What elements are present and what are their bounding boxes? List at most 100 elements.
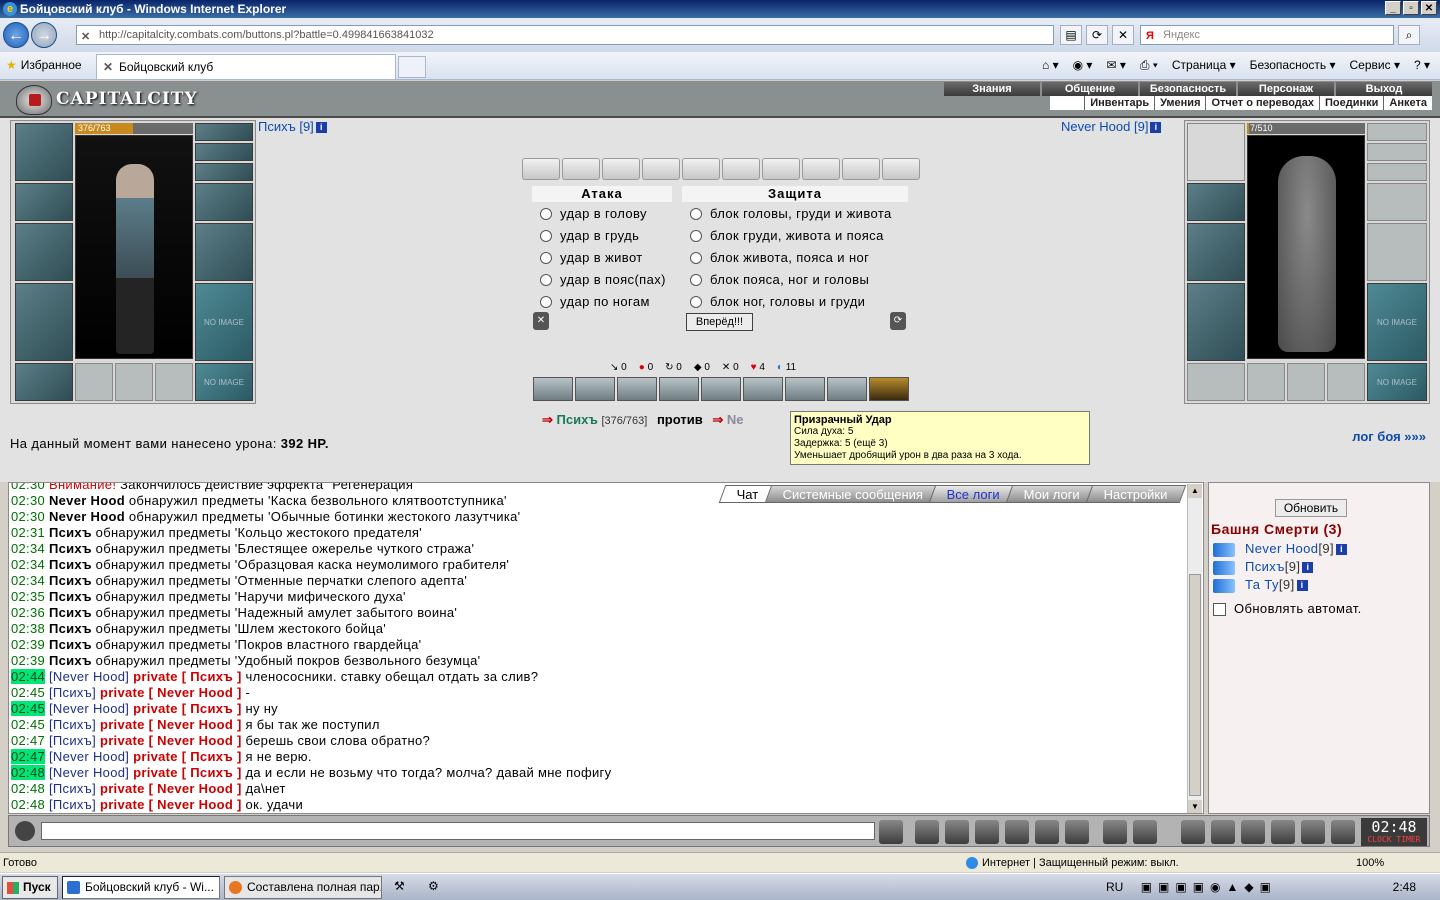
maximize-button[interactable]: ▫ bbox=[1403, 1, 1419, 15]
chat-nick[interactable]: Психъ bbox=[49, 573, 92, 588]
radio-icon[interactable] bbox=[690, 208, 702, 220]
boots-slot[interactable]: NO IMAGE bbox=[1367, 363, 1427, 401]
skill-button[interactable] bbox=[617, 377, 657, 401]
info-icon[interactable]: i bbox=[315, 122, 327, 134]
volume-icon[interactable] bbox=[1065, 820, 1089, 844]
tools-menu[interactable]: Сервис ▾ bbox=[1350, 58, 1400, 73]
attack-chest-option[interactable]: удар в грудь bbox=[536, 226, 639, 246]
chat-scrollbar[interactable]: ▲ ▼ bbox=[1187, 484, 1202, 813]
tab-settings[interactable]: Настройки bbox=[1085, 485, 1187, 503]
chat-nick[interactable]: Психъ bbox=[49, 589, 92, 604]
menu-communication[interactable]: Общение bbox=[1042, 82, 1138, 96]
menu-profile[interactable]: Анкета bbox=[1383, 96, 1432, 110]
helmet-slot[interactable] bbox=[15, 123, 73, 181]
chat-private-target[interactable]: private [ Never Hood ] bbox=[100, 781, 242, 796]
scroll-slot[interactable] bbox=[522, 158, 560, 180]
scroll-up-icon[interactable]: ▲ bbox=[1188, 484, 1202, 498]
compat-view-icon[interactable]: ▤ bbox=[1060, 25, 1082, 45]
bracers-slot[interactable] bbox=[15, 183, 73, 221]
defense-option-1[interactable]: блок головы, груди и живота bbox=[686, 204, 892, 224]
info-icon[interactable]: i bbox=[1302, 562, 1314, 574]
menu-battles[interactable]: Поединки bbox=[1319, 96, 1383, 110]
chat-sender[interactable]: [Психъ] bbox=[49, 733, 96, 748]
armor-slot[interactable] bbox=[15, 283, 73, 361]
info-icon[interactable]: i bbox=[1336, 544, 1348, 556]
scroll-slot[interactable] bbox=[802, 158, 840, 180]
radio-icon[interactable] bbox=[540, 208, 552, 220]
defense-option-5[interactable]: блок ног, головы и груди bbox=[686, 292, 865, 312]
auto-attack-icon[interactable]: ✕ bbox=[533, 312, 549, 330]
chat-sender[interactable]: [Психъ] bbox=[49, 797, 96, 812]
stop-icon[interactable]: ✕ bbox=[1112, 25, 1134, 45]
chat-nick[interactable]: Психъ bbox=[49, 653, 92, 668]
player-list-item[interactable]: Психъ[9] i bbox=[1213, 559, 1314, 575]
scroll-slot[interactable] bbox=[602, 158, 640, 180]
search-input[interactable]: Я Яндекс bbox=[1140, 25, 1394, 45]
bag-icon[interactable] bbox=[1181, 820, 1205, 844]
tab-system-messages[interactable]: Системные сообщения bbox=[764, 485, 942, 503]
refresh-button[interactable]: Обновить bbox=[1275, 499, 1347, 517]
ghost-strike-skill-button[interactable] bbox=[869, 377, 909, 401]
smiley-icon[interactable] bbox=[1103, 820, 1127, 844]
quicklaunch-icon[interactable]: ⚒ bbox=[394, 879, 405, 893]
gloves-slot[interactable] bbox=[1367, 183, 1427, 221]
scroll-slot[interactable] bbox=[762, 158, 800, 180]
translit-icon[interactable] bbox=[1035, 820, 1059, 844]
chat-sender[interactable]: [Never Hood] bbox=[49, 765, 129, 780]
home-icon[interactable]: ⌂ ▾ bbox=[1042, 58, 1059, 73]
right-player-name[interactable]: Never Hood [9] i bbox=[1061, 119, 1162, 134]
scroll-slot[interactable] bbox=[562, 158, 600, 180]
scroll-slot[interactable] bbox=[722, 158, 760, 180]
defense-option-4[interactable]: блок пояса, ног и головы bbox=[686, 270, 869, 290]
empty-slot[interactable] bbox=[155, 363, 193, 401]
rings-slot[interactable] bbox=[195, 163, 253, 181]
info-icon[interactable]: i bbox=[1150, 122, 1162, 134]
empty-slot[interactable] bbox=[1287, 363, 1325, 401]
scroll-slot[interactable] bbox=[642, 158, 680, 180]
chat-private-target[interactable]: private [ Психъ ] bbox=[133, 765, 242, 780]
empty-slot[interactable] bbox=[75, 363, 113, 401]
skill-button[interactable] bbox=[743, 377, 783, 401]
chat-nick[interactable]: Психъ bbox=[49, 557, 92, 572]
chat-private-target[interactable]: private [ Never Hood ] bbox=[100, 717, 242, 732]
chat-private-target[interactable]: private [ Психъ ] bbox=[133, 701, 242, 716]
skill-button[interactable] bbox=[533, 377, 573, 401]
chat-sender[interactable]: [Психъ] bbox=[49, 781, 96, 796]
chat-nick[interactable]: Психъ bbox=[49, 621, 92, 636]
quicklaunch-icon[interactable]: ⚙ bbox=[428, 879, 439, 893]
skill-button[interactable] bbox=[575, 377, 615, 401]
scroll-thumb[interactable] bbox=[1189, 574, 1201, 796]
chat-private-target[interactable]: private [ Психъ ] bbox=[133, 749, 242, 764]
amulet-slot[interactable] bbox=[195, 143, 253, 161]
exit-icon[interactable] bbox=[1331, 820, 1355, 844]
mail-icon[interactable]: ✉ ▾ bbox=[1106, 58, 1125, 73]
menu-inventory[interactable]: Инвентарь bbox=[1084, 96, 1154, 110]
attack-legs-option[interactable]: удар по ногам bbox=[536, 292, 650, 312]
skill-button[interactable] bbox=[701, 377, 741, 401]
zoom-level[interactable]: 100% bbox=[1356, 853, 1384, 873]
earrings-slot[interactable] bbox=[195, 123, 253, 141]
search-icon[interactable]: ⌕ bbox=[1398, 25, 1420, 45]
left-player-name[interactable]: Психъ [9] i bbox=[258, 119, 327, 134]
minimize-button[interactable]: _ bbox=[1385, 1, 1401, 15]
rings-slot[interactable] bbox=[1367, 163, 1427, 181]
taskbar-item[interactable]: Бойцовский клуб - Wi... bbox=[62, 876, 220, 899]
info-icon[interactable]: i bbox=[1296, 580, 1308, 592]
chat-sender[interactable]: [Психъ] bbox=[49, 717, 96, 732]
belt-slot[interactable] bbox=[1187, 363, 1245, 401]
scroll-slot[interactable] bbox=[842, 158, 880, 180]
earrings-slot[interactable] bbox=[1367, 123, 1427, 141]
auto-refresh-checkbox[interactable]: Обновлять автомат. bbox=[1213, 601, 1362, 617]
lock-icon[interactable] bbox=[1301, 820, 1325, 844]
weapon-slot[interactable] bbox=[1187, 223, 1245, 281]
chat-nick[interactable]: Психъ bbox=[49, 525, 92, 540]
menu-skills[interactable]: Умения bbox=[1154, 96, 1205, 110]
player-list-item[interactable]: Та Ту[9] i bbox=[1213, 577, 1308, 593]
chat-sender[interactable]: [Психъ] bbox=[49, 685, 96, 700]
security-menu[interactable]: Безопасность ▾ bbox=[1250, 58, 1336, 73]
print-icon[interactable]: ⎙ ▾ bbox=[1140, 58, 1158, 73]
shield-slot[interactable] bbox=[195, 223, 253, 281]
radio-icon[interactable] bbox=[690, 274, 702, 286]
chat-nick[interactable]: Психъ bbox=[49, 637, 92, 652]
menu-security[interactable]: Безопасность bbox=[1140, 82, 1236, 96]
